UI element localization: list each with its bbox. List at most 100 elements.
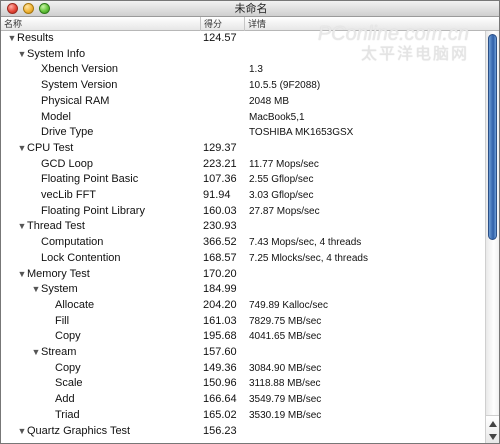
result-row[interactable]: ▼Results 124.57 [1, 31, 487, 47]
result-score: 195.68 [203, 330, 237, 343]
result-detail: 7.25 Mlocks/sec, 4 threads [249, 252, 368, 264]
scrollbar-thumb[interactable] [488, 34, 497, 240]
column-header-bar: 名称 得分 详情 [1, 17, 499, 31]
result-detail: 3118.88 MB/sec [249, 378, 321, 390]
result-detail: 2048 MB [249, 95, 290, 107]
result-name-cell: Scale [45, 376, 83, 392]
result-name-cell: ▼Quartz Graphics Test [17, 424, 131, 440]
result-row[interactable]: ▼Memory Test 170.20 [1, 267, 487, 283]
result-detail: 3530.19 MB/sec [249, 409, 322, 421]
result-row[interactable]: ▼CPU Test 129.37 [1, 141, 487, 157]
result-score: 91.94 [203, 189, 231, 201]
title-bar: 未命名 [1, 1, 499, 17]
disclosure-triangle-icon[interactable]: ▼ [17, 219, 27, 235]
result-label: Physical RAM [41, 94, 110, 107]
result-score: 204.20 [203, 298, 237, 311]
disclosure-triangle-icon[interactable]: ▼ [31, 282, 41, 298]
scroll-up-arrow-icon[interactable] [489, 421, 497, 427]
result-detail: 27.87 Mops/sec [249, 205, 320, 217]
result-detail: 7.43 Mops/sec, 4 threads [249, 237, 362, 249]
disclosure-triangle-icon[interactable]: ▼ [17, 47, 27, 63]
result-row[interactable]: Fill 161.03 7829.75 MB/sec [1, 314, 487, 330]
result-row[interactable]: ▼Stream 157.60 [1, 345, 487, 361]
result-row[interactable]: Physical RAM 2048 MB [1, 94, 487, 110]
scrollbar-arrows [486, 415, 499, 443]
result-detail: 1.3 [249, 64, 263, 76]
result-score: 170.20 [203, 267, 237, 280]
scroll-down-arrow-icon[interactable] [489, 434, 497, 440]
result-name-cell: Model [31, 110, 71, 126]
result-name-cell: Drive Type [31, 125, 93, 141]
column-header-name[interactable]: 名称 [1, 17, 201, 31]
result-label: Allocate [55, 298, 95, 311]
result-row[interactable]: ▼Thread Test 230.93 [1, 219, 487, 235]
result-label: Drive Type [41, 126, 94, 139]
result-name-cell: ▼System [31, 282, 78, 298]
result-detail: 11.77 Mops/sec [249, 158, 319, 170]
result-label: Floating Point Library [41, 204, 145, 217]
result-row[interactable]: ▼System 184.99 [1, 282, 487, 298]
disclosure-triangle-icon[interactable]: ▼ [17, 141, 27, 157]
result-row[interactable]: Drive Type TOSHIBA MK1653GSX [1, 125, 487, 141]
disclosure-triangle-icon[interactable]: ▼ [17, 424, 27, 440]
result-name-cell: Floating Point Library [31, 204, 145, 220]
result-label: Fill [55, 314, 70, 327]
result-row[interactable]: Floating Point Basic 107.36 2.55 Gflop/sec [1, 172, 487, 188]
result-score: 157.60 [203, 346, 237, 358]
result-name-cell: Copy [45, 361, 81, 377]
result-name-cell: Floating Point Basic [31, 172, 138, 188]
result-row[interactable]: Add 166.64 3549.79 MB/sec [1, 392, 487, 408]
xbench-results-window: 未命名 名称 得分 详情 ▼Results 124.57 ▼System Info X… [0, 0, 500, 444]
result-row[interactable]: Copy 195.68 4041.65 MB/sec [1, 329, 487, 345]
result-row[interactable]: Scale 150.96 3118.88 MB/sec [1, 376, 487, 392]
result-score: 168.57 [203, 251, 237, 264]
result-label: Model [41, 110, 71, 123]
result-score: 366.52 [203, 236, 237, 249]
disclosure-triangle-icon[interactable]: ▼ [31, 345, 41, 361]
result-name-cell: Allocate [45, 298, 94, 314]
result-label: Memory Test [27, 267, 90, 280]
result-row[interactable]: GCD Loop 223.21 11.77 Mops/sec [1, 157, 487, 173]
result-row[interactable]: vecLib FFT 91.94 3.03 Gflop/sec [1, 188, 487, 204]
results-outline-view[interactable]: ▼Results 124.57 ▼System Info Xbench Version… [1, 31, 487, 443]
result-score: 161.03 [203, 314, 237, 327]
result-score: 149.36 [203, 361, 237, 374]
result-row[interactable]: Lock Contention 168.57 7.25 Mlocks/sec, 4 … [1, 251, 487, 267]
result-row[interactable]: ▼System Info [1, 47, 487, 63]
result-detail: 4041.65 MB/sec [249, 331, 322, 343]
result-row[interactable]: Model MacBook5,1 [1, 110, 487, 126]
result-row[interactable]: Triad 165.02 3530.19 MB/sec [1, 408, 487, 424]
column-header-detail[interactable]: 详情 [245, 17, 485, 31]
result-row[interactable]: Copy 149.36 3084.90 MB/sec [1, 361, 487, 377]
result-row[interactable]: ▼Quartz Graphics Test 156.23 [1, 424, 487, 440]
result-score: 223.21 [203, 157, 237, 170]
result-label: Scale [55, 377, 83, 390]
result-score: 129.37 [203, 141, 237, 154]
result-row[interactable]: Computation 366.52 7.43 Mops/sec, 4 thread… [1, 235, 487, 251]
result-label: Triad [55, 408, 80, 421]
disclosure-triangle-icon[interactable]: ▼ [17, 267, 27, 283]
result-label: Computation [41, 236, 104, 249]
window-title: 未命名 [234, 3, 268, 15]
vertical-scrollbar[interactable] [485, 31, 499, 443]
column-header-score[interactable]: 得分 [201, 17, 245, 31]
result-detail: 10.5.5 (9F2088) [249, 80, 321, 92]
result-name-cell: Computation [31, 235, 103, 251]
result-name-cell: ▼Results [7, 31, 54, 47]
result-score: 166.64 [203, 393, 237, 406]
result-score: 184.99 [203, 283, 237, 296]
result-row[interactable]: System Version 10.5.5 (9F2088) [1, 78, 487, 94]
result-name-cell: Fill [45, 314, 69, 330]
result-name-cell: Physical RAM [31, 94, 109, 110]
result-name-cell: ▼Stream [31, 345, 77, 361]
disclosure-triangle-icon[interactable]: ▼ [7, 31, 17, 47]
result-row[interactable]: Allocate 204.20 749.89 Kalloc/sec [1, 298, 487, 314]
result-label: Stream [41, 346, 77, 358]
result-row[interactable]: Floating Point Library 160.03 27.87 Mops/s… [1, 204, 487, 220]
result-label: System [41, 283, 78, 296]
result-name-cell: Triad [45, 408, 80, 424]
result-name-cell: System Version [31, 78, 117, 94]
result-row[interactable]: Xbench Version 1.3 [1, 62, 487, 78]
result-score: 160.03 [203, 204, 237, 217]
result-label: CPU Test [27, 141, 74, 154]
